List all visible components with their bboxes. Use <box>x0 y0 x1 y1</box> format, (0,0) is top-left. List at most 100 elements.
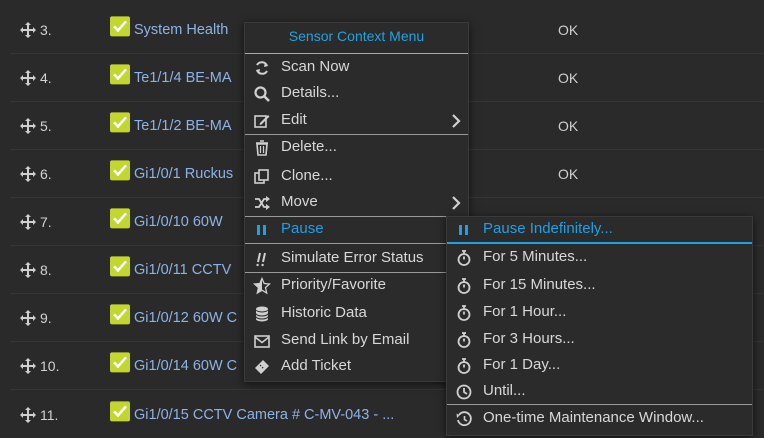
menu-item-pause[interactable]: Pause <box>245 217 468 243</box>
menu-divider <box>447 404 752 405</box>
menu-item-label: Details... <box>281 84 340 101</box>
refresh-icon <box>256 61 268 75</box>
checkbox[interactable] <box>110 400 130 421</box>
stopwatch-icon <box>457 358 471 374</box>
edit-icon <box>254 115 270 128</box>
pause-icon <box>459 225 468 235</box>
checkbox[interactable] <box>110 16 130 37</box>
move-handle-icon[interactable] <box>19 406 37 424</box>
sensor-context-menu: Sensor Context Menu Scan Now Details... … <box>244 22 469 382</box>
submenu-item-1-day[interactable]: For 1 Day... <box>447 353 752 379</box>
history-icon <box>456 411 472 427</box>
row-number: 6. <box>40 166 52 182</box>
sensor-name-link[interactable]: Te1/1/2 BE-MA <box>134 118 232 134</box>
sensor-name-link[interactable]: Gi1/0/11 CCTV <box>134 262 231 278</box>
menu-item-label: Until... <box>483 382 526 399</box>
checkbox[interactable] <box>110 304 130 325</box>
checkbox[interactable] <box>110 208 130 229</box>
menu-item-label: Scan Now <box>281 58 350 75</box>
submenu-item-15-minutes[interactable]: For 15 Minutes... <box>447 273 752 299</box>
menu-item-move[interactable]: Move <box>245 190 468 216</box>
double-exclamation-icon <box>256 252 266 267</box>
submenu-item-until[interactable]: Until... <box>447 379 752 405</box>
star-half-icon <box>253 277 271 295</box>
menu-item-label: Clone... <box>281 167 333 184</box>
shuffle-icon <box>255 196 270 210</box>
row-number: 4. <box>40 70 52 86</box>
menu-item-edit[interactable]: Edit <box>245 108 468 134</box>
menu-item-label: Pause <box>281 220 324 237</box>
stopwatch-icon <box>457 332 471 348</box>
row-number: 10. <box>40 358 60 374</box>
row-number: 7. <box>40 214 52 230</box>
active-underline <box>447 242 752 244</box>
menu-item-priority-favorite[interactable]: Priority/Favorite <box>245 273 468 299</box>
sensor-name-link[interactable]: Gi1/0/1 Ruckus <box>134 166 233 182</box>
menu-item-clone[interactable]: Clone... <box>245 164 468 190</box>
pause-submenu: Pause Indefinitely... For 5 Minutes... F… <box>446 216 753 436</box>
sensor-name-link[interactable]: Gi1/0/10 60W <box>134 214 223 230</box>
menu-item-label: Priority/Favorite <box>281 276 387 293</box>
sensor-name-link[interactable]: Gi1/0/14 60W C <box>134 358 237 374</box>
checkbox[interactable] <box>110 64 130 85</box>
menu-item-label: For 1 Hour... <box>483 303 567 320</box>
menu-item-label: Historic Data <box>281 304 367 321</box>
sensor-name-link[interactable]: System Health <box>134 22 228 38</box>
submenu-item-pause-indefinitely[interactable]: Pause Indefinitely... <box>447 217 752 243</box>
status-text: OK <box>558 22 579 38</box>
move-handle-icon[interactable] <box>19 21 37 39</box>
submenu-item-5-minutes[interactable]: For 5 Minutes... <box>447 245 752 271</box>
menu-item-simulate-error[interactable]: Simulate Error Status <box>245 246 468 272</box>
move-handle-icon[interactable] <box>19 309 37 327</box>
stopwatch-icon <box>457 305 471 321</box>
chevron-right-icon <box>452 196 461 210</box>
pause-icon <box>257 225 266 235</box>
database-icon <box>255 306 269 322</box>
ticket-icon <box>255 360 269 374</box>
menu-item-label: One-time Maintenance Window... <box>483 409 704 426</box>
status-text: OK <box>558 70 579 86</box>
checkbox[interactable] <box>110 160 130 181</box>
menu-item-scan-now[interactable]: Scan Now <box>245 55 468 81</box>
row-number: 5. <box>40 118 52 134</box>
menu-item-delete[interactable]: Delete... <box>245 135 468 161</box>
checkbox[interactable] <box>110 352 130 373</box>
checkbox[interactable] <box>110 256 130 277</box>
submenu-item-1-hour[interactable]: For 1 Hour... <box>447 300 752 326</box>
chevron-right-icon <box>452 114 461 128</box>
sensor-name-link[interactable]: Gi1/0/15 CCTV Camera # C-MV-043 - ... <box>134 407 394 423</box>
search-icon <box>254 86 270 102</box>
menu-item-label: For 1 Day... <box>483 356 561 373</box>
menu-item-label: Move <box>281 193 318 210</box>
stopwatch-icon <box>457 250 471 266</box>
status-text: OK <box>558 118 579 134</box>
status-text: OK <box>558 166 579 182</box>
menu-divider <box>245 243 468 244</box>
menu-item-send-link-email[interactable]: Send Link by Email <box>245 328 468 354</box>
menu-item-label: For 5 Minutes... <box>483 248 588 265</box>
move-handle-icon[interactable] <box>19 165 37 183</box>
menu-item-details[interactable]: Details... <box>245 81 468 107</box>
move-handle-icon[interactable] <box>19 69 37 87</box>
submenu-item-maintenance-window[interactable]: One-time Maintenance Window... <box>447 406 752 432</box>
clock-icon <box>456 384 472 400</box>
move-handle-icon[interactable] <box>19 357 37 375</box>
trash-icon <box>256 140 268 156</box>
move-handle-icon[interactable] <box>19 261 37 279</box>
row-number: 9. <box>40 310 52 326</box>
menu-item-add-ticket[interactable]: Add Ticket <box>245 354 468 380</box>
menu-item-label: Send Link by Email <box>281 331 410 348</box>
submenu-item-3-hours[interactable]: For 3 Hours... <box>447 327 752 353</box>
menu-item-label: Simulate Error Status <box>281 249 424 266</box>
menu-item-label: For 3 Hours... <box>483 330 575 347</box>
menu-item-historic-data[interactable]: Historic Data <box>245 301 468 327</box>
sensor-name-link[interactable]: Te1/1/4 BE-MA <box>134 70 232 86</box>
row-number: 11. <box>40 406 59 423</box>
checkbox[interactable] <box>110 112 130 133</box>
menu-item-label: Edit <box>281 111 307 128</box>
sensor-name-link[interactable]: Gi1/0/12 60W C <box>134 310 237 326</box>
stopwatch-icon <box>457 278 471 294</box>
move-handle-icon[interactable] <box>19 213 37 231</box>
envelope-icon <box>254 335 270 348</box>
move-handle-icon[interactable] <box>19 117 37 135</box>
